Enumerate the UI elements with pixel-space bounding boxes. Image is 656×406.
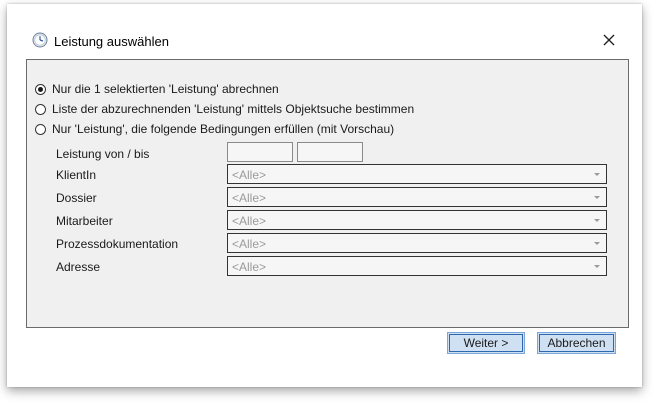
option-label: Liste der abzurechnenden 'Leistung' mitt… <box>52 102 415 116</box>
option-selected-only[interactable]: Nur die 1 selektierten 'Leistung' abrech… <box>35 82 279 96</box>
select-value: <Alle> <box>232 237 267 251</box>
radio-button[interactable] <box>35 123 46 135</box>
mitarbeiter-select[interactable]: <Alle> <box>227 210 607 230</box>
option-label: Nur 'Leistung', die folgende Bedingungen… <box>52 122 395 136</box>
select-value: <Alle> <box>232 191 267 205</box>
select-value: <Alle> <box>232 214 267 228</box>
radio-button[interactable] <box>35 103 46 115</box>
chevron-down-icon <box>594 196 600 199</box>
dialog-window: Leistung auswählen Nur die 1 selektierte… <box>7 4 642 387</box>
chevron-down-icon <box>594 265 600 268</box>
close-icon[interactable] <box>599 30 619 50</box>
klientin-select[interactable]: <Alle> <box>227 164 607 184</box>
options-panel: Nur die 1 selektierten 'Leistung' abrech… <box>26 59 629 328</box>
prozessdokumentation-select[interactable]: <Alle> <box>227 233 607 253</box>
next-button[interactable]: Weiter > <box>447 332 525 354</box>
clock-icon <box>32 32 48 48</box>
field-label-adresse: Adresse <box>56 260 101 274</box>
field-label-mitarbeiter: Mitarbeiter <box>56 214 113 228</box>
chevron-down-icon <box>594 173 600 176</box>
chevron-down-icon <box>594 219 600 222</box>
chevron-down-icon <box>594 242 600 245</box>
date-range-label: Leistung von / bis <box>56 147 150 161</box>
title-bar: Leistung auswählen <box>7 4 642 54</box>
select-value: <Alle> <box>232 168 267 182</box>
option-label: Nur die 1 selektierten 'Leistung' abrech… <box>52 82 279 96</box>
dialog-title: Leistung auswählen <box>54 34 169 49</box>
option-conditions[interactable]: Nur 'Leistung', die folgende Bedingungen… <box>35 122 394 136</box>
adresse-select[interactable]: <Alle> <box>227 256 607 276</box>
field-label-klientin: KlientIn <box>56 168 97 182</box>
radio-button[interactable] <box>35 83 46 95</box>
field-label-dossier: Dossier <box>56 191 97 205</box>
cancel-button[interactable]: Abbrechen <box>537 332 616 354</box>
date-to-input[interactable] <box>297 142 363 162</box>
dossier-select[interactable]: <Alle> <box>227 187 607 207</box>
date-from-input[interactable] <box>227 142 293 162</box>
select-value: <Alle> <box>232 260 267 274</box>
option-object-search[interactable]: Liste der abzurechnenden 'Leistung' mitt… <box>35 102 414 116</box>
field-label-prozessdokumentation: Prozessdokumentation <box>56 237 179 251</box>
